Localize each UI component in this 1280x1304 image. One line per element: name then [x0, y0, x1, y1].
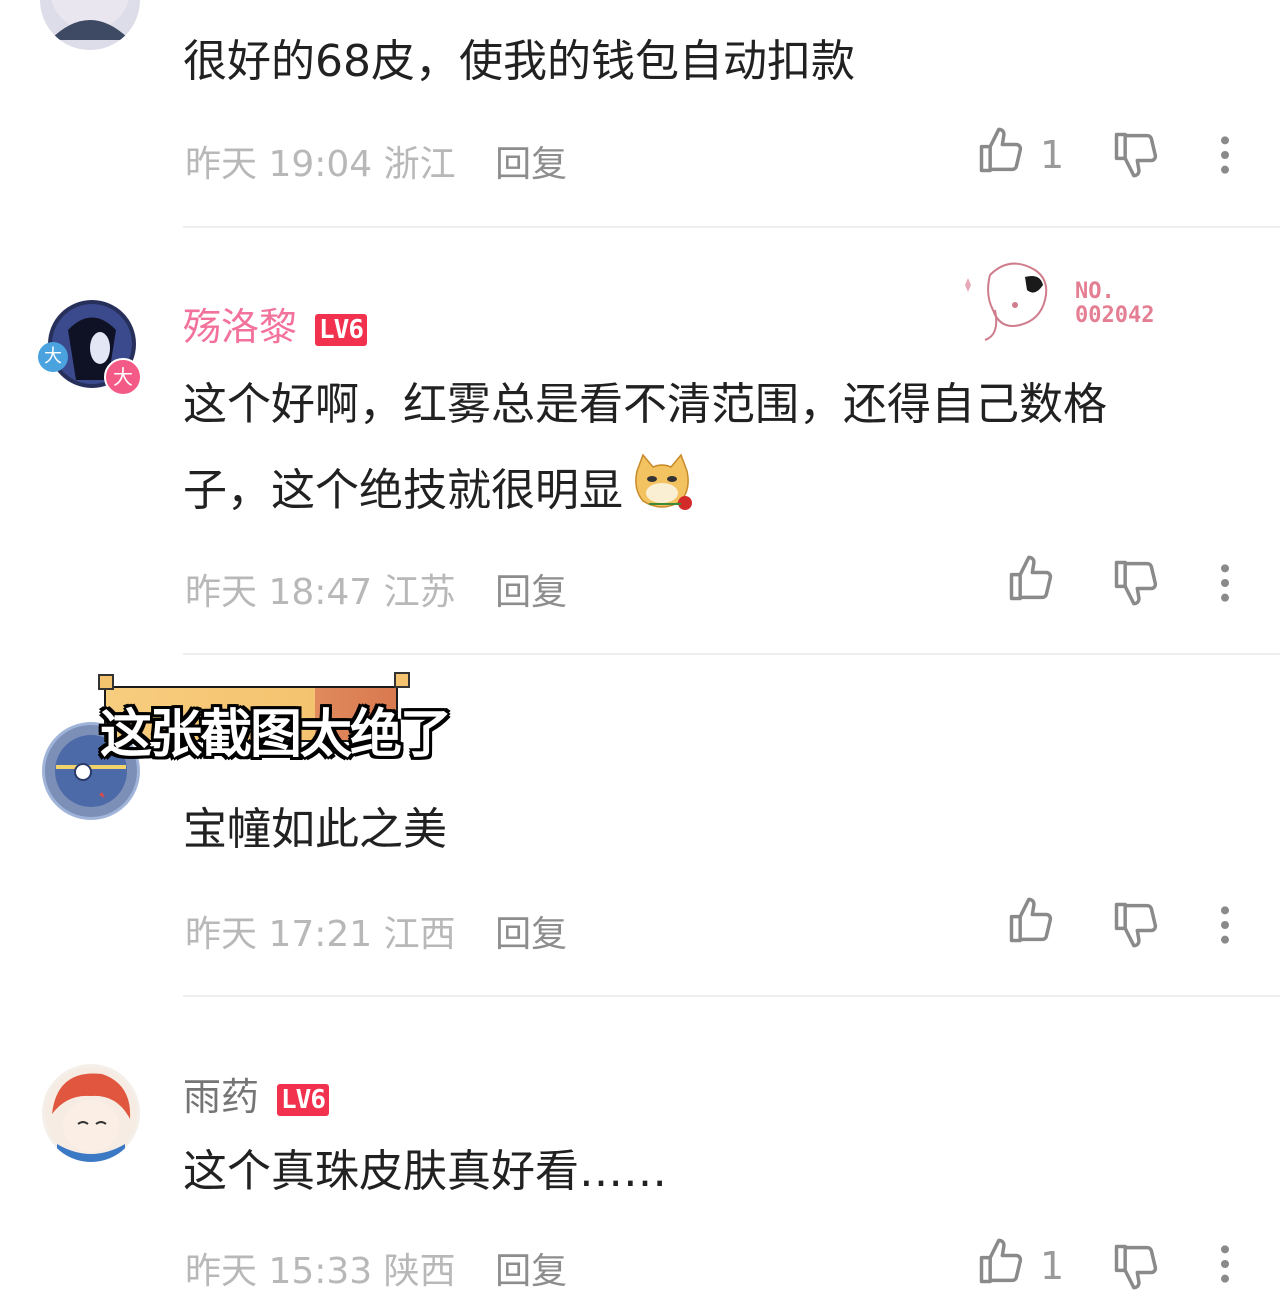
comment-text: 这个真珠皮肤真好看……: [183, 1146, 667, 1197]
doge-rose-emoji: [629, 449, 695, 515]
dog-sketch-icon: [965, 262, 1048, 341]
dislike-button[interactable]: [1110, 128, 1170, 188]
more-button[interactable]: [1210, 905, 1240, 965]
fan-badge[interactable]: NO. 002042: [955, 255, 1195, 345]
like-button[interactable]: [1005, 895, 1065, 955]
more-vertical-icon: [1221, 564, 1229, 602]
comment-text: 宝幢如此之美: [183, 804, 447, 855]
thumb-up-icon: [1009, 555, 1053, 601]
caption-handle: [98, 674, 114, 690]
thumb-up-icon: [979, 127, 1023, 173]
comment-meta: 昨天 15:33 陕西 回复: [185, 1242, 567, 1294]
more-button[interactable]: [1210, 1244, 1240, 1304]
comment-time: 昨天 19:04: [185, 144, 373, 185]
reply-button[interactable]: 回复: [495, 1251, 567, 1292]
level-badge: LV6: [315, 313, 367, 346]
avatar[interactable]: [42, 1064, 140, 1162]
thumb-down-icon: [1114, 132, 1158, 178]
username-text[interactable]: 雨药: [183, 1075, 259, 1119]
thumb-up-icon: [1009, 897, 1053, 943]
dislike-button[interactable]: [1110, 898, 1170, 958]
avatar-badge: 大: [38, 342, 68, 372]
thumb-down-icon: [1114, 902, 1158, 948]
dislike-button[interactable]: [1110, 556, 1170, 616]
comment-meta: 昨天 17:21 江西 回复: [185, 905, 567, 957]
comment-line: 这个好啊，红雾总是看不清范围，还得自己数格: [183, 379, 1107, 430]
divider: [183, 995, 1280, 997]
like-count: 1: [1040, 1244, 1065, 1288]
comment-line: 子，这个绝技就很明显: [183, 448, 1223, 534]
divider: [183, 226, 1280, 228]
thumb-down-icon: [1114, 560, 1158, 606]
comment-time: 昨天 17:21: [185, 914, 373, 955]
avatar[interactable]: [40, 0, 140, 50]
comment-text: 这个好啊，红雾总是看不清范围，还得自己数格 子，这个绝技就很明显: [183, 362, 1223, 534]
comment-region: 江苏: [383, 572, 456, 613]
comment-text: 很好的68皮，使我的钱包自动扣款: [183, 36, 855, 87]
dislike-button[interactable]: [1110, 1240, 1170, 1300]
reply-button[interactable]: 回复: [495, 914, 567, 955]
username[interactable]: 雨药 LV6: [183, 1066, 329, 1121]
comment-time: 昨天 15:33: [185, 1251, 373, 1292]
like-button[interactable]: [975, 125, 1035, 185]
caption-handle: [394, 672, 410, 688]
reply-button[interactable]: 回复: [495, 572, 567, 613]
caption-text: 这张截图太绝了: [100, 705, 452, 765]
more-vertical-icon: [1221, 136, 1229, 174]
comment-time: 昨天 18:47: [185, 572, 373, 613]
like-count: 1: [1040, 133, 1065, 177]
fan-badge-number: 002042: [1075, 303, 1155, 328]
avatar-badge: 大: [104, 358, 142, 396]
comment-meta: 昨天 18:47 江苏 回复: [185, 563, 567, 615]
comment-meta: 昨天 19:04 浙江 回复: [185, 135, 567, 187]
reply-button[interactable]: 回复: [495, 144, 567, 185]
thumb-up-icon: [979, 1238, 1023, 1284]
more-button[interactable]: [1210, 135, 1240, 195]
username-text[interactable]: 殇洛黎: [183, 305, 297, 349]
more-vertical-icon: [1221, 1245, 1229, 1283]
fan-badge-no: NO.: [1075, 279, 1115, 304]
more-vertical-icon: [1221, 906, 1229, 944]
divider: [183, 653, 1280, 655]
like-button[interactable]: [975, 1236, 1035, 1296]
comment-region: 陕西: [383, 1251, 456, 1292]
like-button[interactable]: [1005, 553, 1065, 613]
more-button[interactable]: [1210, 563, 1240, 623]
level-badge: LV6: [277, 1083, 329, 1116]
comment-region: 浙江: [383, 144, 456, 185]
username[interactable]: 殇洛黎 LV6: [183, 296, 367, 351]
thumb-down-icon: [1114, 1244, 1158, 1290]
comment-region: 江西: [383, 914, 456, 955]
